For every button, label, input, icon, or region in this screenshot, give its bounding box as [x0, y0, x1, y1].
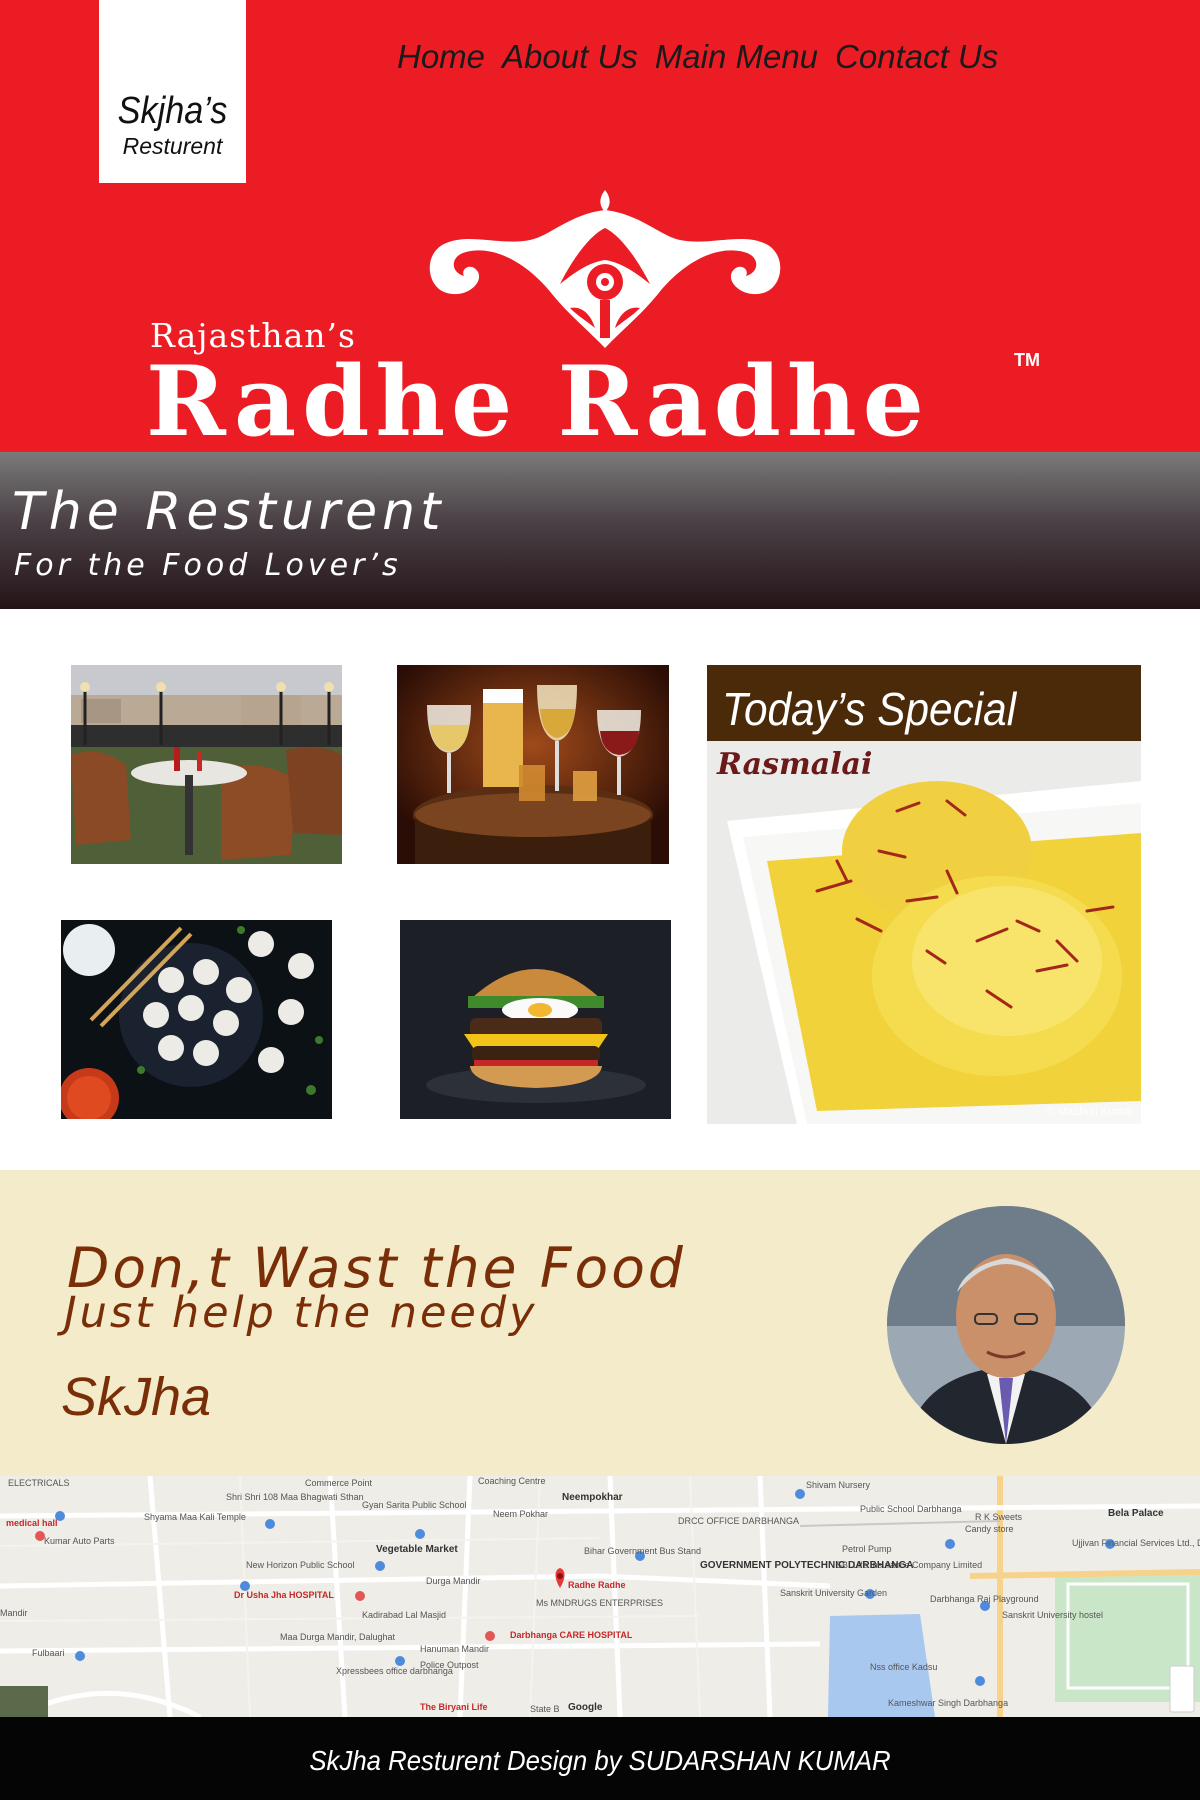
- brand-name: Radhe Radhe: [146, 345, 930, 452]
- map-label: Sanskrit University Garden: [780, 1588, 888, 1598]
- todays-special-card[interactable]: Today’s Special Rasmalai © Madhuri Kumar: [707, 665, 1141, 1124]
- map-label: Shivam Nursery: [806, 1480, 871, 1490]
- map-label: Mandir: [0, 1608, 28, 1618]
- map-label: Darbhanga Raj Playground: [930, 1594, 1039, 1604]
- location-map[interactable]: ELECTRICALS Commerce Point Coaching Cent…: [0, 1476, 1200, 1717]
- map-google-logo: Google: [568, 1702, 603, 1713]
- logo-subtitle: Resturent: [122, 133, 223, 159]
- map-label: The Biryani Life: [420, 1702, 488, 1712]
- map-label: Hanuman Mandir: [420, 1644, 490, 1654]
- map-label: Neem Pokhar: [493, 1509, 549, 1519]
- map-label: Coaching Centre: [478, 1476, 546, 1486]
- map-label: Ujjivan Financial Services Ltd., Darbhan…: [1072, 1538, 1200, 1548]
- trademark-mark: TM: [1014, 350, 1040, 370]
- portrait-avatar: [887, 1206, 1125, 1444]
- map-label: Vegetable Market: [376, 1544, 458, 1555]
- site-footer: SkJha Resturent Design by SUDARSHAN KUMA…: [0, 1717, 1200, 1800]
- map-label: Bela Palace: [1108, 1508, 1164, 1519]
- logo-name: Skjha’s: [117, 90, 228, 132]
- map-label: Darbhanga CARE HOSPITAL: [510, 1630, 633, 1640]
- special-title: Today’s Special: [722, 683, 1017, 735]
- quote-author: SkJha: [61, 1367, 212, 1427]
- map-label: Xpressbees office darbhanga: [336, 1666, 453, 1676]
- map-label: New Horizon Public School: [246, 1560, 355, 1570]
- map-label: medical hall: [6, 1518, 58, 1528]
- map-label: Maa Durga Mandir, Dalughat: [280, 1632, 396, 1642]
- nav-contact-us[interactable]: Contact Us: [835, 38, 998, 76]
- photo-credit: © Madhuri Kumar: [1046, 1106, 1133, 1118]
- map-label: Gyan Sarita Public School: [362, 1500, 467, 1510]
- map-label-radhe-radhe[interactable]: Radhe Radhe: [568, 1580, 626, 1590]
- rasmalai-photo: [707, 741, 1141, 1124]
- map-label: Kameshwar Singh Darbhanga: [888, 1698, 1009, 1708]
- map-label: Shyama Maa Kali Temple: [144, 1512, 246, 1522]
- map-label: Fulbaari: [32, 1648, 65, 1658]
- site-logo[interactable]: Skjha’s Resturent: [99, 0, 246, 183]
- quote-line-2: Just help the needy: [64, 1288, 538, 1338]
- map-label: Public School Darbhanga: [860, 1504, 962, 1514]
- map-label: Candy store: [965, 1524, 1014, 1534]
- map-label: ELECTRICALS: [8, 1478, 70, 1488]
- nav-home[interactable]: Home: [397, 38, 485, 76]
- map-label: State B: [530, 1704, 560, 1714]
- map-label: Bihar Government Bus Stand: [584, 1546, 702, 1556]
- special-header: Today’s Special: [707, 665, 1141, 741]
- nav-about-us[interactable]: About Us: [502, 38, 638, 76]
- nav-main-menu[interactable]: Main Menu: [655, 38, 818, 76]
- map-label: Nss office Kadsu: [870, 1662, 938, 1672]
- tagline-banner: The Resturent For the Food Lover’s: [0, 452, 1200, 609]
- map-label: Dr Usha Jha HOSPITAL: [234, 1590, 334, 1600]
- footer-credit: SkJha Resturent Design by SUDARSHAN KUMA…: [309, 1745, 891, 1776]
- brand-emblem-icon: [429, 190, 781, 348]
- map-label: Ms MNDRUGS ENTERPRISES: [536, 1598, 664, 1608]
- tagline-subtitle: For the Food Lover’s: [14, 548, 402, 583]
- map-label: Kadirabad Lal Masjid: [362, 1610, 447, 1620]
- site-header: Skjha’s Resturent Home About Us Main Men…: [0, 0, 1200, 452]
- map-label: DRCC OFFICE DARBHANGA: [678, 1516, 800, 1526]
- map-label: Sanskrit University hostel: [1002, 1610, 1104, 1620]
- map-label: Neempokhar: [562, 1492, 623, 1503]
- terrace-dining-photo[interactable]: [71, 665, 342, 864]
- special-dish-name: Rasmalai: [717, 747, 873, 782]
- map-label: Petrol Pump: [842, 1544, 892, 1554]
- map-label: Commerce Point: [305, 1478, 373, 1488]
- main-nav: Home About Us Main Menu Contact Us: [397, 38, 998, 76]
- quote-banner: Don,t Wast the Food Just help the needy …: [0, 1170, 1200, 1476]
- drinks-photo[interactable]: [397, 665, 669, 864]
- tagline-title: The Resturent: [12, 482, 446, 542]
- map-label: Shri Shri 108 Maa Bhagwati Sthan: [226, 1492, 364, 1502]
- map-label: Durga Mandir: [426, 1576, 481, 1586]
- map-label: Kumar Auto Parts: [44, 1536, 115, 1546]
- map-label: R K Sweets: [975, 1512, 1023, 1522]
- map-label: GOVERNMENT POLYTECHNIC DARBHANGA: [700, 1560, 914, 1571]
- momos-photo[interactable]: [61, 920, 332, 1119]
- burger-photo[interactable]: [400, 920, 671, 1119]
